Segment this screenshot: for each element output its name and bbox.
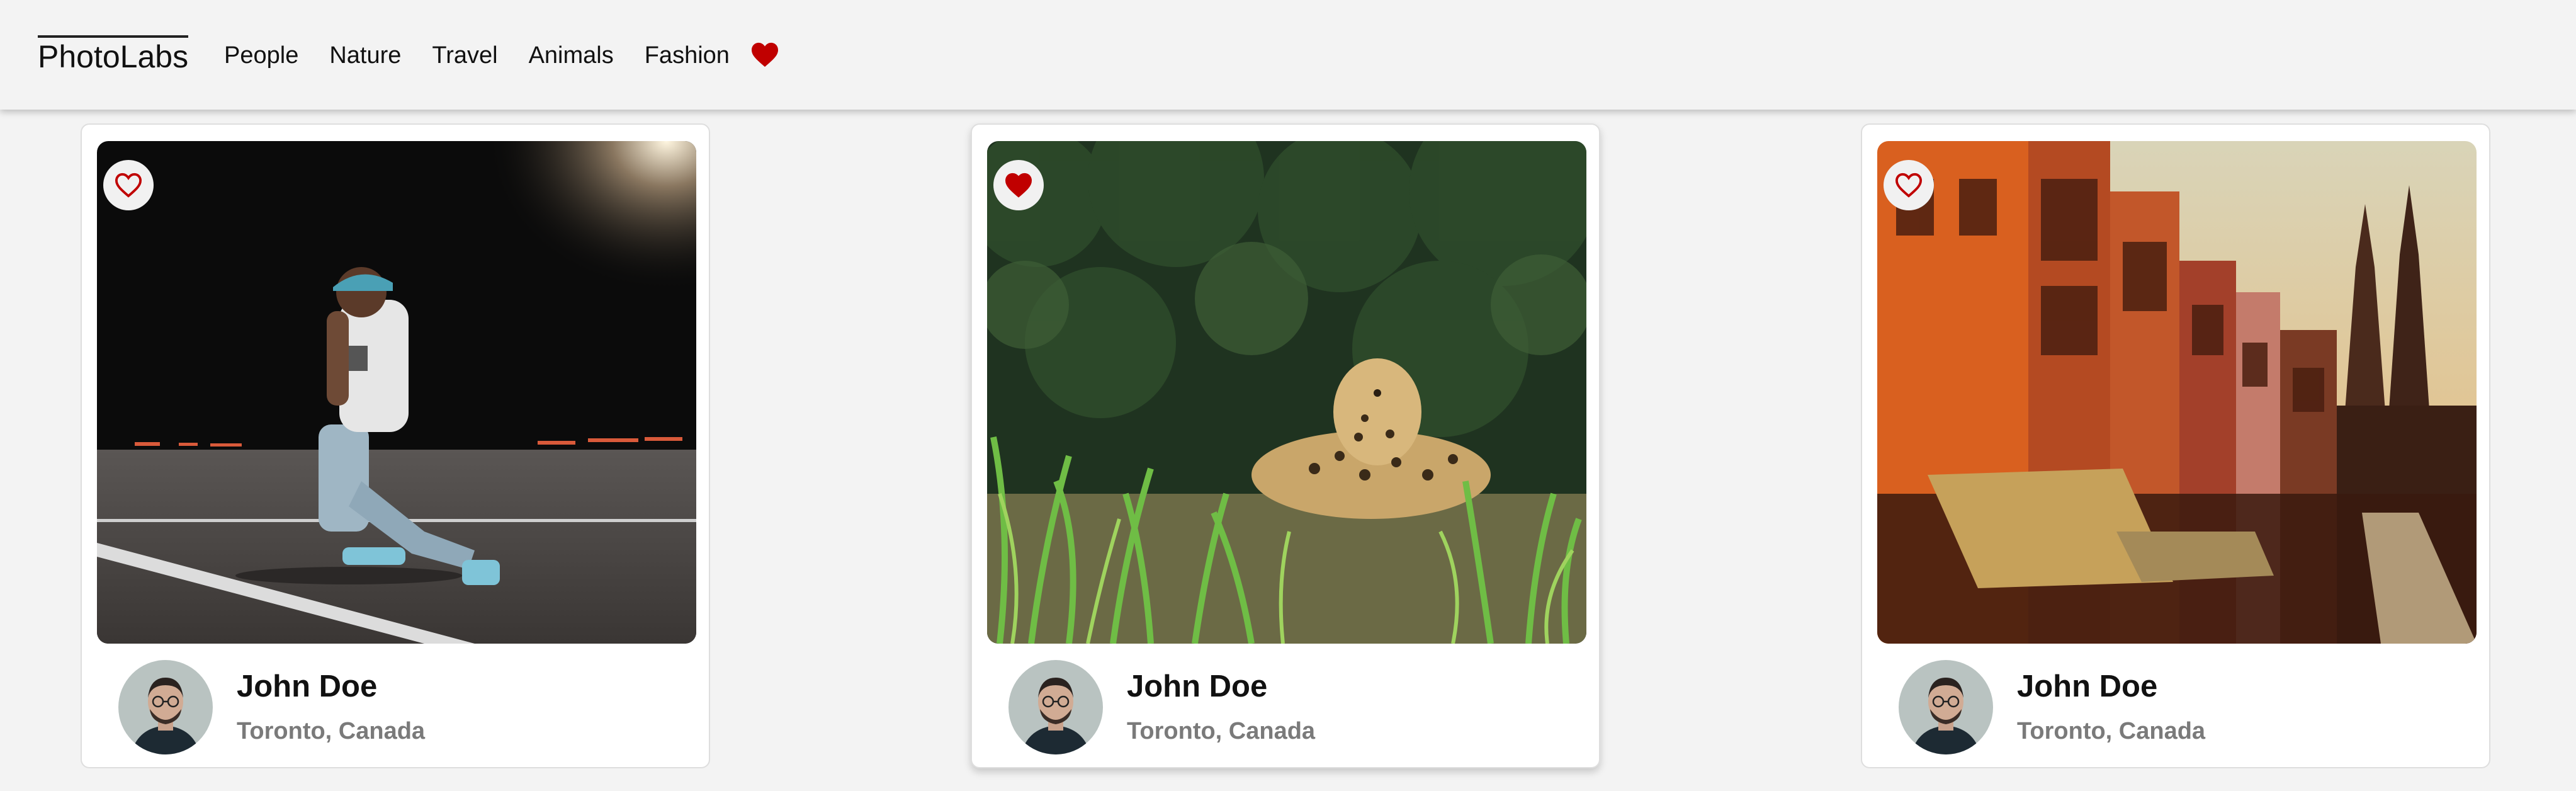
photo-card[interactable]: John Doe Toronto, Canada xyxy=(1861,123,2490,768)
avatar[interactable] xyxy=(1008,660,1103,754)
photo-card[interactable]: John Doe Toronto, Canada xyxy=(81,123,710,768)
heart-icon xyxy=(752,42,778,67)
like-button[interactable] xyxy=(1884,160,1934,210)
user-location: Toronto, Canada xyxy=(237,718,426,744)
top-navigation-bar: PhotoLabs People Nature Travel Animals F… xyxy=(0,0,2576,110)
topic-travel[interactable]: Travel xyxy=(432,39,497,72)
favorites-badge[interactable] xyxy=(750,42,779,68)
topic-people[interactable]: People xyxy=(224,39,298,72)
topic-nature[interactable]: Nature xyxy=(329,39,401,72)
avatar[interactable] xyxy=(1899,660,1993,754)
like-button[interactable] xyxy=(993,160,1044,210)
user-name: John Doe xyxy=(237,669,378,703)
user-location: Toronto, Canada xyxy=(2017,718,2206,744)
like-button[interactable] xyxy=(103,160,154,210)
photo-person-walking[interactable] xyxy=(97,141,696,644)
topic-list: People Nature Travel Animals Fashion xyxy=(224,39,730,72)
user-location: Toronto, Canada xyxy=(1127,718,1316,744)
avatar[interactable] xyxy=(118,660,213,754)
photo-leopard[interactable] xyxy=(987,141,1586,644)
topic-animals[interactable]: Animals xyxy=(529,39,614,72)
user-name: John Doe xyxy=(1127,669,1268,703)
user-name: John Doe xyxy=(2017,669,2158,703)
topic-fashion[interactable]: Fashion xyxy=(645,39,730,72)
heart-outline-icon xyxy=(115,173,142,198)
photo-colorful-buildings[interactable] xyxy=(1877,141,2477,644)
heart-outline-icon xyxy=(1895,173,1923,198)
logo[interactable]: PhotoLabs xyxy=(38,35,189,76)
photo-card[interactable]: John Doe Toronto, Canada xyxy=(971,123,1600,768)
heart-filled-icon xyxy=(1005,173,1032,198)
